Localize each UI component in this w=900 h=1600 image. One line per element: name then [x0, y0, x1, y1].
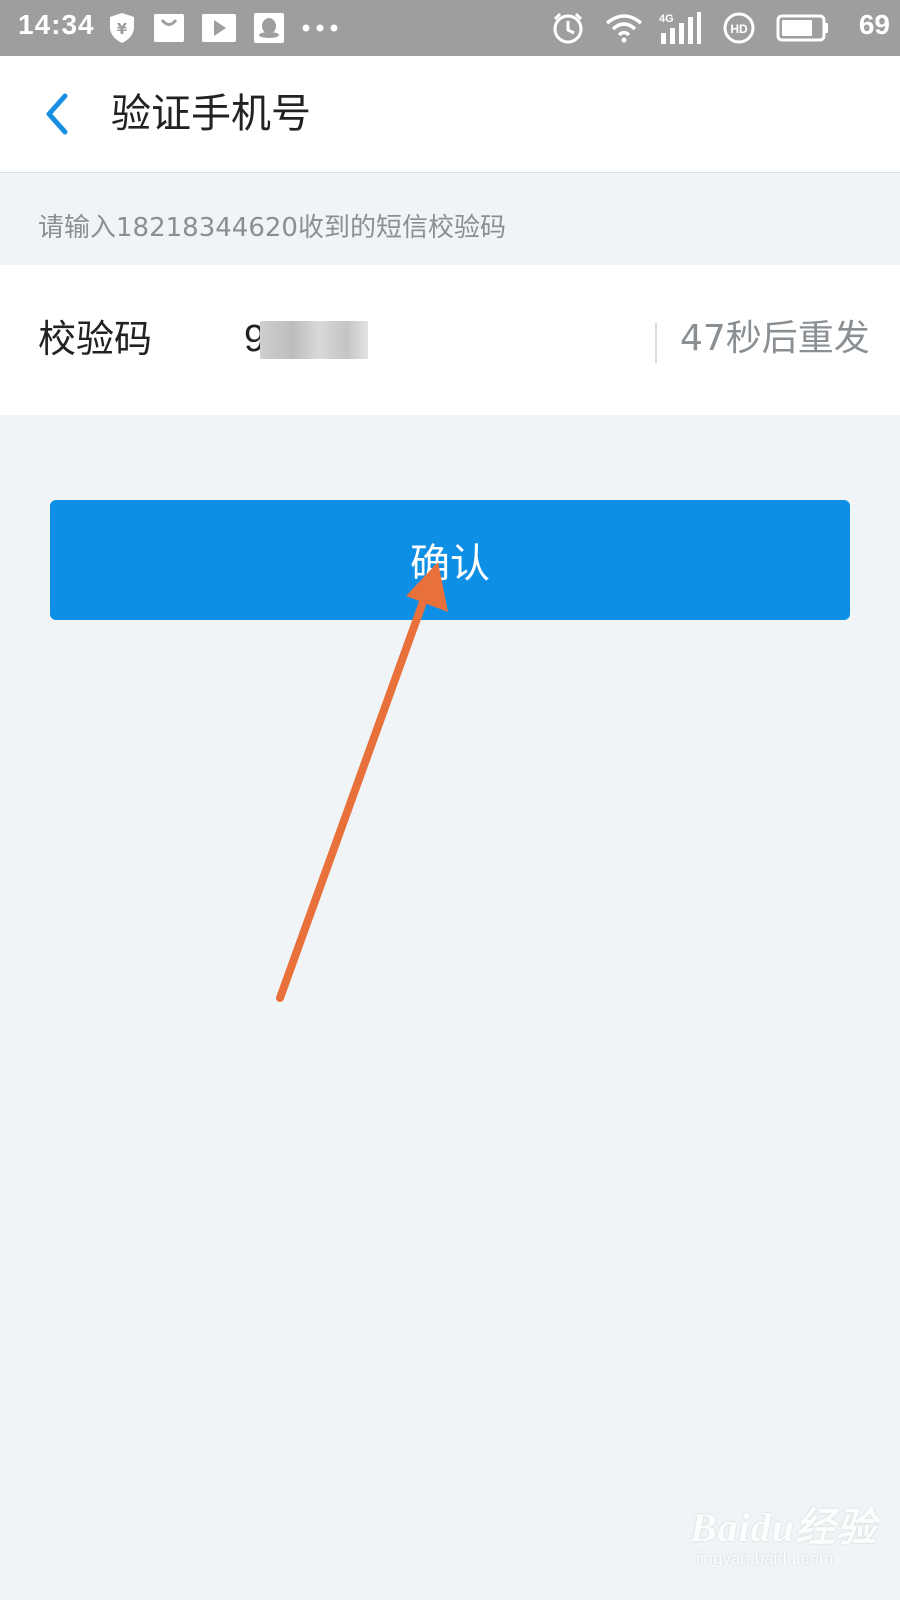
confirm-button-label: 确认	[410, 541, 490, 587]
battery-level: 69	[858, 9, 890, 40]
row-divider	[655, 323, 657, 363]
verification-code-row: 校验码 47秒后重发	[0, 265, 900, 415]
status-bar: 14:34 ¥ 4G HD 69	[0, 0, 900, 56]
shield-yuan-icon: ¥	[106, 10, 138, 46]
watermark-brand: Baidu经验	[690, 1505, 878, 1550]
battery-icon	[774, 10, 830, 46]
confirm-button[interactable]: 确认	[50, 500, 850, 620]
svg-text:4G: 4G	[659, 13, 674, 25]
qq-icon	[252, 10, 286, 46]
resend-countdown[interactable]: 47秒后重发	[680, 311, 870, 367]
bag-icon	[152, 10, 186, 46]
code-blur-mask	[260, 321, 368, 359]
hd-icon: HD	[722, 10, 756, 46]
sms-hint-text: 请输入18218344620收到的短信校验码	[38, 213, 506, 243]
status-time: 14:34	[18, 9, 95, 40]
code-label: 校验码	[38, 317, 153, 361]
signal-4g-icon: 4G	[656, 10, 702, 46]
page-title: 验证手机号	[111, 91, 311, 137]
back-button[interactable]	[26, 80, 88, 148]
wifi-icon	[604, 10, 644, 46]
alarm-icon	[550, 10, 586, 46]
chevron-left-icon	[46, 93, 68, 135]
svg-text:¥: ¥	[117, 20, 128, 38]
watermark-logo: Baidu经验 jingyan.baidu.com	[690, 1495, 880, 1585]
watermark-url: jingyan.baidu.com	[696, 1549, 834, 1568]
svg-text:HD: HD	[730, 22, 748, 36]
header-bar: 验证手机号	[0, 56, 900, 173]
play-icon	[200, 10, 238, 46]
more-dots-icon	[300, 10, 340, 46]
